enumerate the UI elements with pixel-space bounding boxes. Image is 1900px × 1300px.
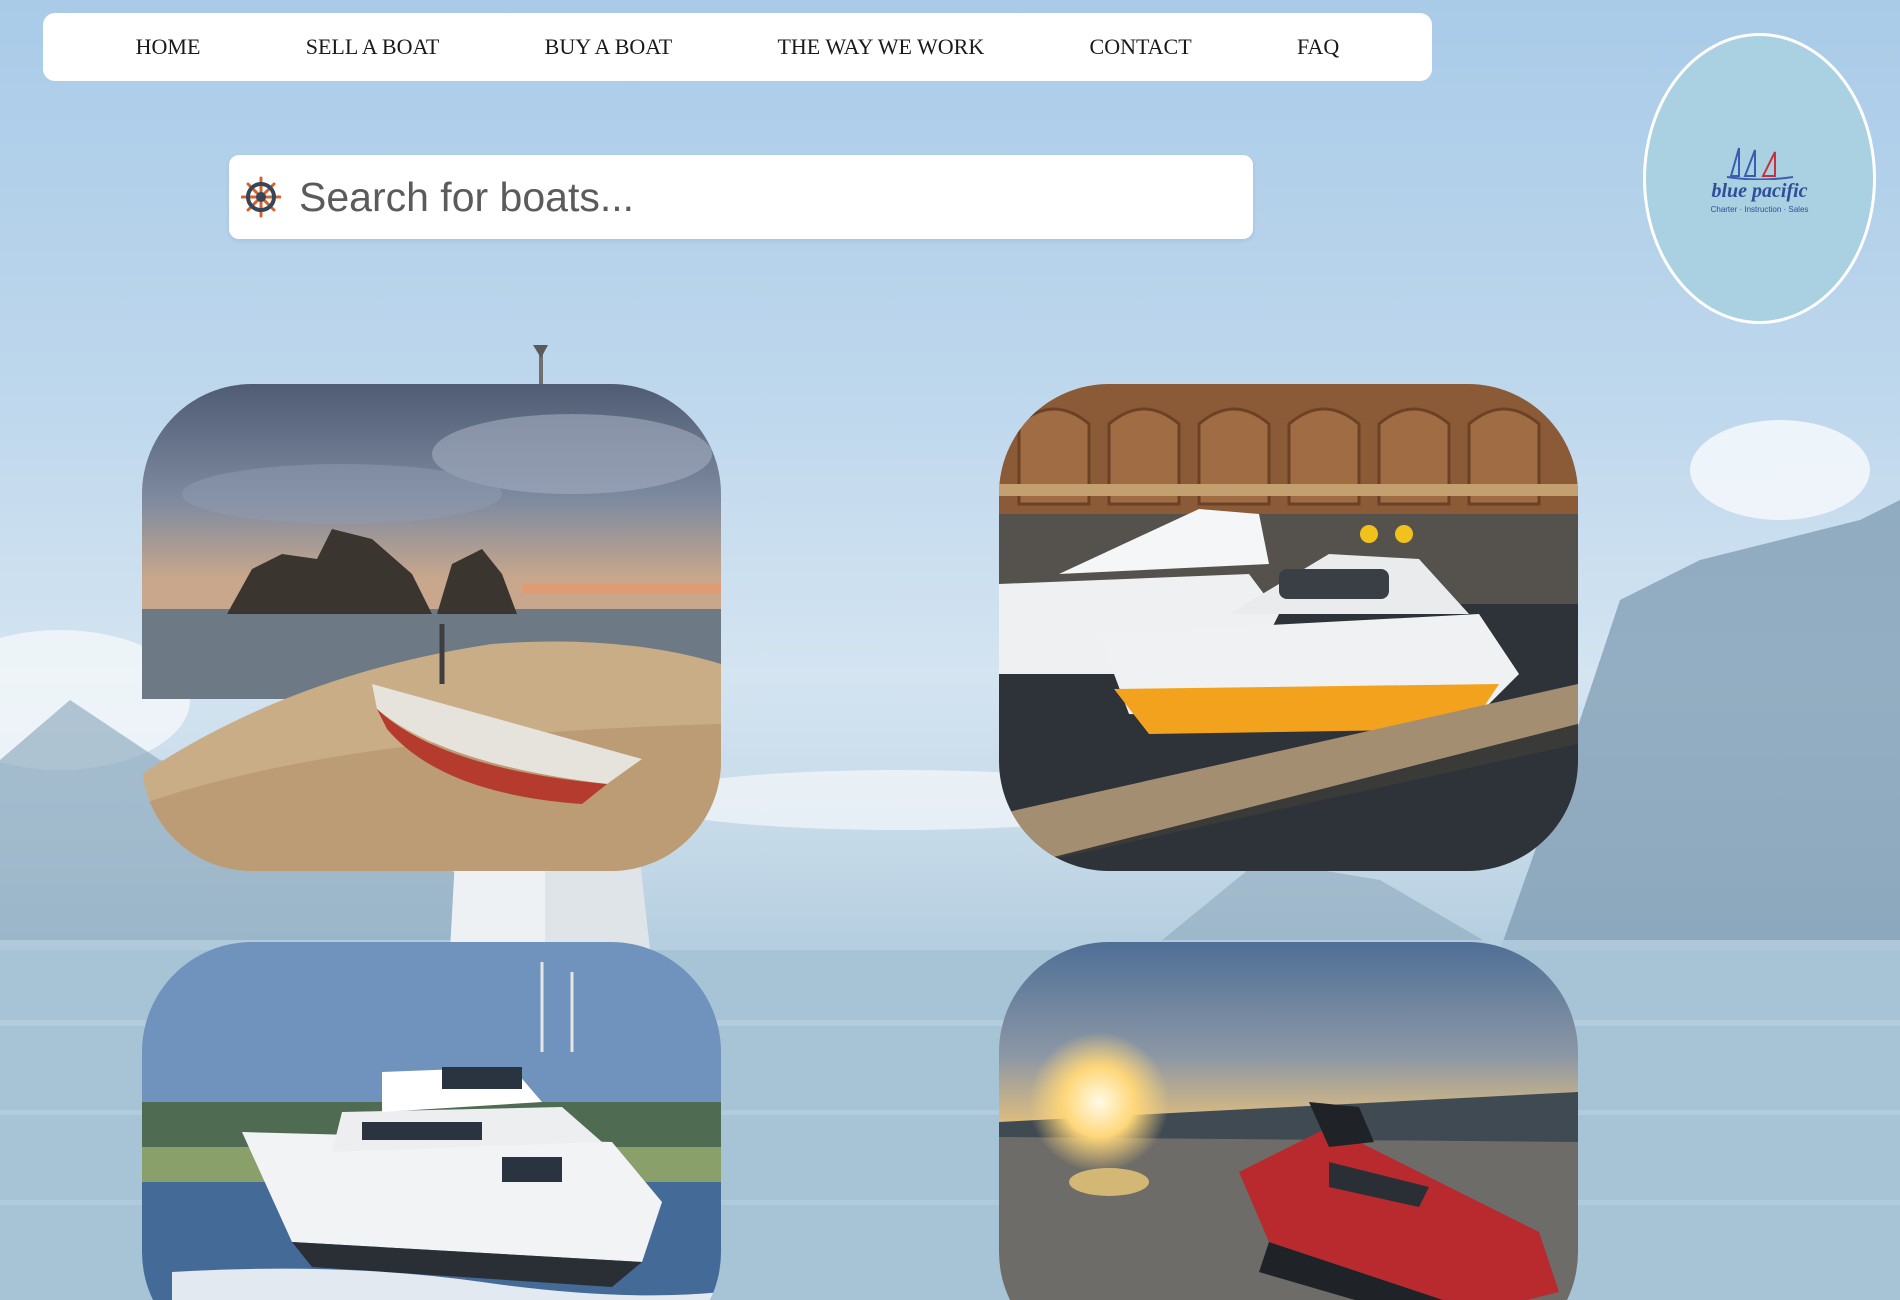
motor-yacht-image (142, 942, 721, 1300)
jet-ski-image (999, 942, 1578, 1300)
nav-home[interactable]: HOME (136, 34, 201, 60)
beach-boat-image (142, 384, 721, 871)
sailboats-logo-icon (1726, 147, 1793, 180)
gallery-card-jet-ski[interactable] (999, 942, 1578, 1300)
gallery-card-motor-yacht[interactable] (142, 942, 721, 1300)
marina-yachts-image (999, 384, 1578, 871)
gallery-card-marina-yachts[interactable] (999, 384, 1578, 871)
nav-sell-a-boat[interactable]: SELL A BOAT (306, 34, 440, 60)
logo-brand-name: blue pacific (1711, 179, 1808, 202)
nav-buy-a-boat[interactable]: BUY A BOAT (545, 34, 673, 60)
gallery-card-beach-boat[interactable] (142, 384, 721, 871)
brand-logo[interactable]: blue pacific Charter · Instruction · Sal… (1643, 33, 1876, 324)
logo-tagline: Charter · Instruction · Sales (1710, 204, 1809, 214)
ship-wheel-icon (241, 176, 281, 218)
top-nav: HOME SELL A BOAT BUY A BOAT THE WAY WE W… (43, 13, 1432, 81)
search-bar[interactable] (229, 155, 1253, 239)
nav-contact[interactable]: CONTACT (1090, 34, 1192, 60)
nav-the-way-we-work[interactable]: THE WAY WE WORK (777, 34, 984, 60)
nav-faq[interactable]: FAQ (1297, 34, 1339, 60)
page: HOME SELL A BOAT BUY A BOAT THE WAY WE W… (0, 0, 1900, 1300)
search-input[interactable] (299, 167, 1199, 227)
